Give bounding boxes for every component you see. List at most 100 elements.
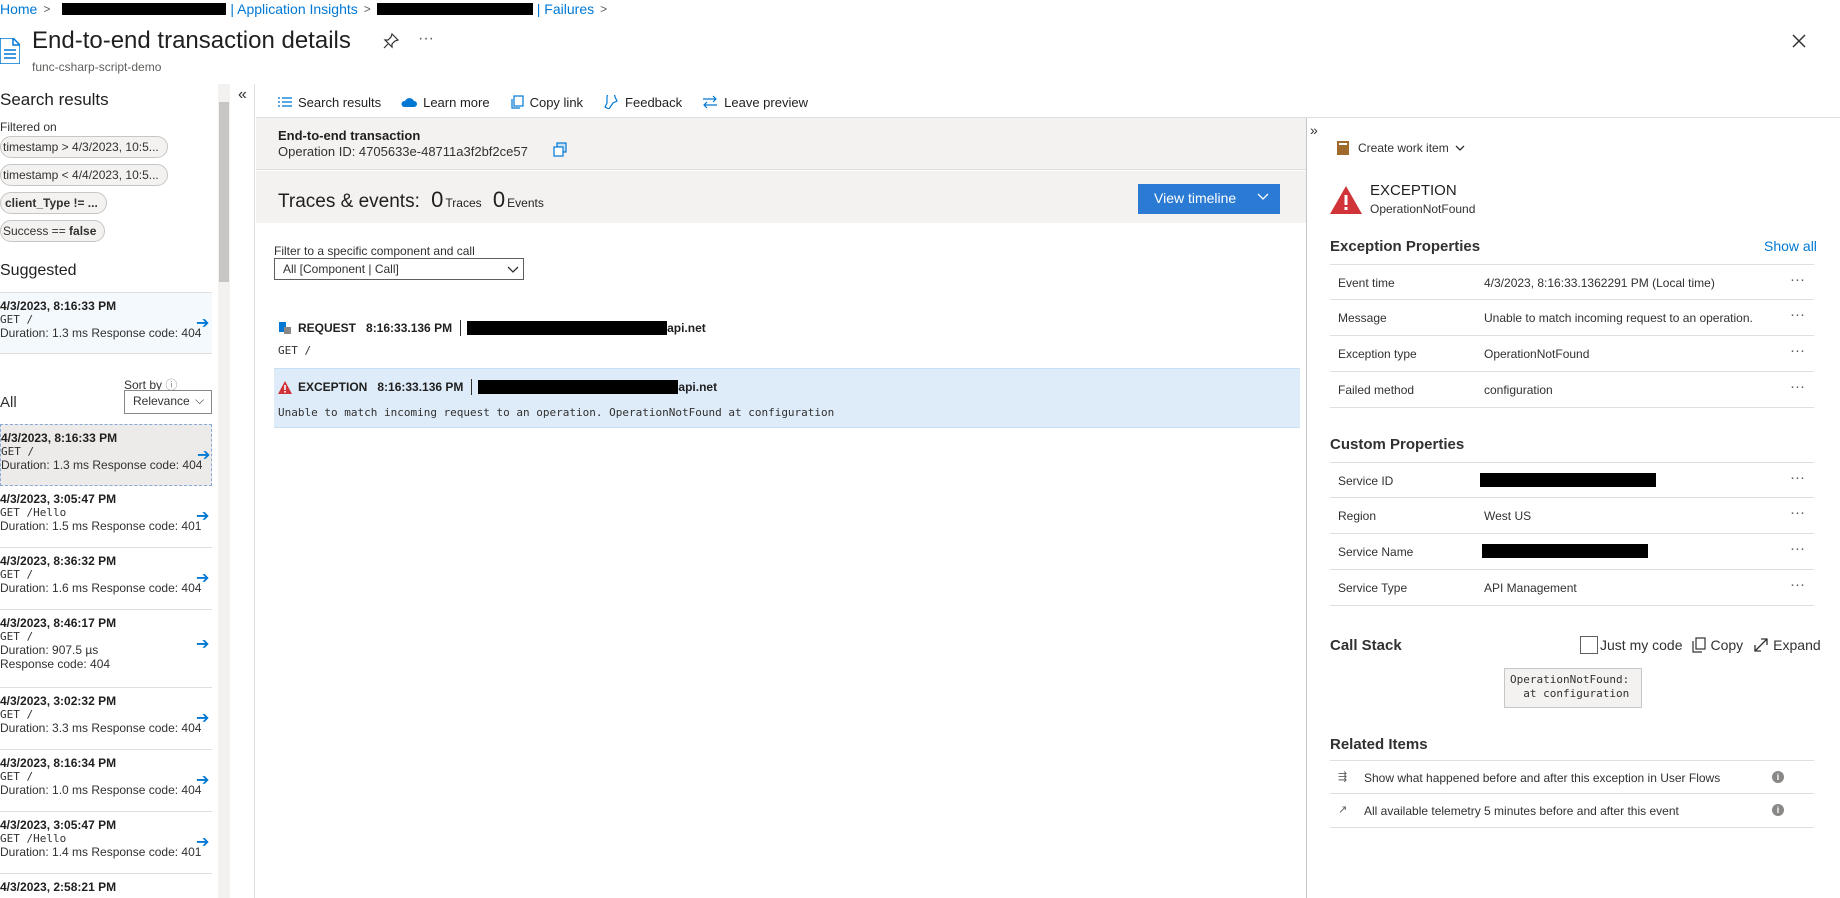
component-filter-dropdown[interactable]: All [Component | Call] (274, 258, 524, 280)
result-item[interactable]: 4/3/2023, 8:46:17 PM GET / Duration: 907… (0, 610, 212, 688)
expand-right-icon[interactable]: » (1310, 122, 1318, 138)
show-all-link[interactable]: Show all (1764, 238, 1817, 254)
exception-subtitle: OperationNotFound (1370, 202, 1476, 216)
page-subtitle: func-csharp-script-demo (32, 60, 162, 74)
copy-icon (1692, 637, 1707, 653)
more-options-icon[interactable]: ··· (1790, 504, 1805, 521)
redacted-value (1480, 473, 1656, 487)
result-method: GET / (0, 770, 34, 783)
more-options-icon[interactable]: ··· (1790, 576, 1805, 593)
component-filter-label: Filter to a specific component and call (274, 244, 475, 258)
property-row: Service Name ··· (1330, 534, 1814, 570)
event-host: api.net (667, 321, 706, 335)
divider (460, 320, 462, 336)
more-options-icon[interactable]: ··· (1790, 306, 1805, 323)
traces-events-label: Traces & events: (278, 191, 420, 212)
suggested-heading: Suggested (0, 262, 77, 279)
component-filter-value: All [Component | Call] (283, 262, 399, 276)
collapse-left-icon[interactable]: « (238, 86, 247, 104)
redacted-host (467, 321, 668, 335)
event-time: 8:16:33.136 PM (377, 380, 464, 394)
property-row: Region West US ··· (1330, 498, 1814, 534)
leave-preview-button[interactable]: Leave preview (702, 92, 808, 112)
property-key: Service Type (1338, 581, 1408, 595)
learn-more-button[interactable]: Learn more (401, 92, 490, 112)
property-key: Service Name (1338, 545, 1414, 559)
work-item-icon (1337, 141, 1349, 155)
events-word: Events (507, 196, 544, 210)
more-options-icon[interactable]: ··· (1790, 540, 1805, 557)
info-icon[interactable]: i (1772, 804, 1784, 816)
suggested-result-item[interactable]: 4/3/2023, 8:16:33 PM GET / Duration: 1.3… (0, 292, 212, 354)
sort-by-dropdown[interactable]: Relevance ⌵ (124, 390, 212, 414)
breadcrumb-application-insights[interactable]: | Application Insights (230, 1, 357, 17)
exception-event-row[interactable]: EXCEPTION 8:16:33.136 PM api.net Unable … (274, 368, 1300, 428)
feedback-button[interactable]: Feedback (603, 92, 682, 112)
property-value: OperationNotFound (1484, 347, 1590, 361)
close-icon[interactable] (1790, 32, 1808, 50)
more-options-icon[interactable]: ··· (1790, 271, 1805, 288)
traces-word: Traces (445, 196, 482, 210)
expand-icon (1754, 638, 1768, 652)
result-item[interactable]: 4/3/2023, 2:58:21 PM (0, 874, 212, 898)
related-item-label: Show what happened before and after this… (1364, 771, 1721, 785)
more-options-icon[interactable]: ··· (418, 30, 434, 48)
call-stack-controls: Just my code Copy Expand (1580, 636, 1821, 654)
arrow-right-icon: ➔ (196, 834, 210, 851)
divider (254, 84, 255, 898)
breadcrumb-failures[interactable]: | Failures (537, 1, 594, 17)
expand-label: Expand (1773, 637, 1821, 653)
result-meta: Duration: 1.5 ms Response code: 401 (0, 519, 202, 533)
more-options-icon[interactable]: ··· (1790, 342, 1805, 359)
result-meta: Duration: 1.6 ms Response code: 404 (0, 581, 202, 595)
property-row: Service Type API Management ··· (1330, 570, 1814, 606)
filter-pill-timestamp-start[interactable]: timestamp > 4/3/2023, 10:5... (0, 136, 168, 158)
result-timestamp: 4/3/2023, 8:46:17 PM (0, 616, 117, 630)
result-item[interactable]: 4/3/2023, 3:05:47 PM GET /Hello Duration… (0, 486, 212, 548)
chevron-down-icon (1455, 145, 1465, 151)
expand-stack-button[interactable]: Expand (1753, 637, 1821, 653)
result-meta: Duration: 3.3 ms Response code: 404 (0, 721, 202, 735)
filter-pill-success[interactable]: Success == false (0, 220, 106, 242)
property-key: Message (1338, 311, 1387, 325)
copy-operation-id-icon[interactable] (552, 142, 568, 158)
result-method: GET / (1, 445, 35, 458)
view-timeline-button[interactable]: View timeline (1138, 184, 1280, 214)
transaction-pane: End-to-end transaction Operation ID: 470… (256, 118, 1306, 898)
results-scrollbar-thumb[interactable] (219, 102, 229, 282)
redacted-resource (62, 3, 227, 15)
info-icon[interactable]: i (1772, 771, 1784, 783)
create-work-item-button[interactable]: Create work item (1336, 140, 1465, 156)
copy-link-button[interactable]: Copy link (510, 92, 583, 112)
event-type: REQUEST (298, 321, 357, 335)
property-value: Unable to match incoming request to an o… (1484, 311, 1753, 325)
result-meta: Duration: 907.5 µs (0, 643, 99, 657)
leave-preview-label: Leave preview (724, 94, 808, 110)
more-options-icon[interactable]: ··· (1790, 469, 1805, 486)
pin-icon[interactable] (382, 32, 400, 50)
pane-divider (1306, 118, 1307, 898)
result-item[interactable]: 4/3/2023, 8:16:34 PM GET / Duration: 1.0… (0, 750, 212, 812)
related-item-user-flows[interactable]: ⇶ Show what happened before and after th… (1330, 760, 1814, 794)
request-event-row[interactable]: REQUEST 8:16:33.136 PM api.net GET / (274, 314, 1300, 364)
switch-arrows-icon (703, 95, 718, 109)
just-my-code-checkbox[interactable] (1580, 636, 1598, 654)
result-item[interactable]: 4/3/2023, 8:36:32 PM GET / Duration: 1.6… (0, 548, 212, 610)
search-results-button[interactable]: Search results (278, 92, 381, 112)
custom-properties-heading: Custom Properties (1330, 436, 1465, 453)
property-row: Event time 4/3/2023, 8:16:33.1362291 PM … (1330, 264, 1814, 300)
breadcrumb-home[interactable]: Home (0, 1, 37, 17)
result-item[interactable]: 4/3/2023, 3:02:32 PM GET / Duration: 3.3… (0, 688, 212, 750)
property-row: Failed method configuration ··· (1330, 372, 1814, 408)
related-item-telemetry[interactable]: ↗ All available telemetry 5 minutes befo… (1330, 794, 1814, 828)
result-timestamp: 4/3/2023, 8:16:33 PM (0, 299, 117, 313)
filter-pill-timestamp-end[interactable]: timestamp < 4/4/2023, 10:5... (0, 164, 168, 186)
more-options-icon[interactable]: ··· (1790, 378, 1805, 395)
copy-stack-button[interactable]: Copy (1692, 637, 1743, 653)
property-key: Region (1338, 509, 1377, 523)
result-item[interactable]: 4/3/2023, 3:05:47 PM GET /Hello Duration… (0, 812, 212, 874)
result-item[interactable]: 4/3/2023, 8:16:33 PM GET / Duration: 1.3… (0, 424, 212, 486)
filter-pill-client-type[interactable]: client_Type != ... (0, 192, 107, 214)
warning-icon (278, 380, 292, 394)
request-event-header: REQUEST 8:16:33.136 PM api.net (278, 320, 706, 336)
